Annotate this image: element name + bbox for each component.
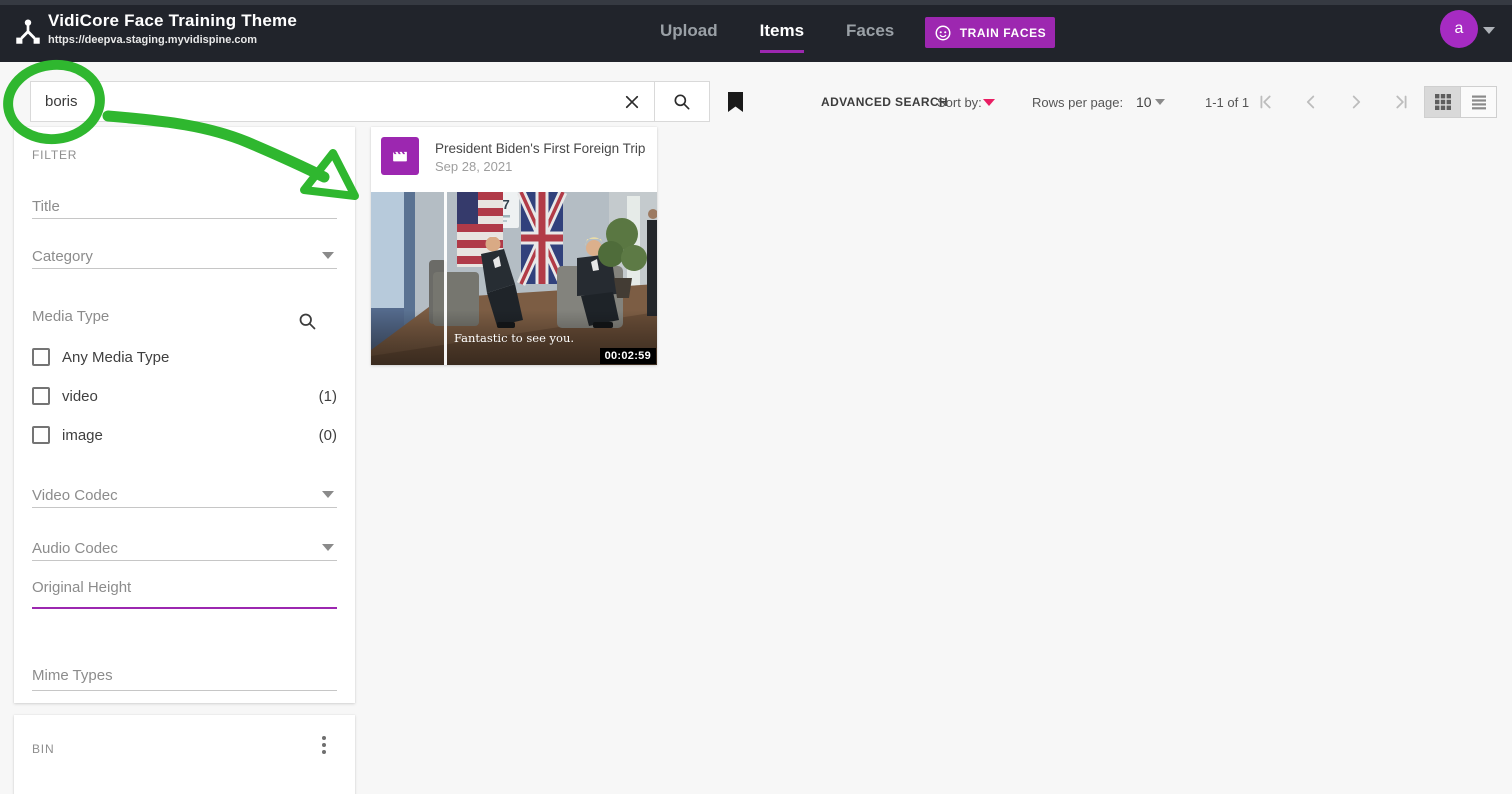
video-thumbnail-image: G7 [371,192,657,365]
app-header: VidiCore Face Training Theme https://dee… [0,0,1512,62]
video-thumbnail[interactable]: G7 [371,192,657,365]
item-title: President Biden's First Foreign Trip [435,141,646,156]
last-page-button[interactable] [1387,88,1415,116]
filter-section-title: FILTER [32,148,78,162]
list-view-icon [1471,95,1486,110]
nav-tab-faces[interactable]: Faces [846,0,894,62]
rows-per-page-select[interactable]: 10 [1136,94,1152,110]
item-date: Sep 28, 2021 [435,159,513,174]
bin-section-title: BIN [32,742,55,756]
list-view-button[interactable] [1460,87,1496,117]
rows-per-page-caret-icon[interactable] [1155,99,1165,105]
movie-icon [393,151,407,162]
close-icon [625,95,639,108]
bin-panel: BIN [14,715,355,794]
mime-types-field-label: Mime Types [32,667,113,684]
checkbox-image[interactable]: image (0) [32,425,337,445]
chevron-right-icon [1352,95,1361,109]
search-button[interactable] [654,82,709,121]
filter-panel: FILTER Title Category Media Type Any Med… [14,127,355,703]
search-input[interactable] [31,82,610,121]
media-type-label: Media Type [32,308,110,325]
app-url: https://deepva.staging.myvidispine.com [48,34,258,46]
subtitle-caption: Fantastic to see you. [454,331,574,345]
page: VidiCore Face Training Theme https://dee… [0,0,1512,794]
uk-flag [516,192,568,286]
search-bar [30,81,710,122]
grid-view-icon [1434,94,1451,110]
checkbox-count: (0) [318,426,337,444]
user-avatar[interactable]: a [1440,10,1478,48]
video-codec-select[interactable] [32,507,337,508]
device-hub-logo-icon [16,19,40,44]
standing-figure-right-edge [647,209,657,316]
nav-tab-items[interactable]: Items [759,0,805,62]
bin-menu-kebab-icon[interactable] [313,732,335,758]
view-mode-toggle [1424,86,1497,118]
avatar-letter: a [1454,20,1464,37]
app-title: VidiCore Face Training Theme [48,11,298,30]
scrub-position-line [444,192,447,365]
checkbox-label: image [62,426,103,444]
previous-page-button[interactable] [1297,88,1325,116]
chevron-left-icon [1306,95,1315,109]
nav-tab-upload[interactable]: Upload [660,0,718,62]
category-caret-icon[interactable] [322,252,334,259]
result-card[interactable]: President Biden's First Foreign Trip Sep… [371,127,657,365]
audio-codec-select-label: Audio Codec [32,540,118,557]
grid-view-button[interactable] [1425,87,1460,117]
title-field-input[interactable] [32,218,337,219]
first-page-icon [1260,95,1271,109]
category-select-label: Category [32,248,93,265]
checkbox-any-media-type[interactable]: Any Media Type [32,347,337,367]
bookmark-icon[interactable] [727,91,744,113]
audio-codec-caret-icon[interactable] [322,544,334,551]
last-page-icon [1396,95,1407,109]
next-page-button[interactable] [1342,88,1370,116]
checkbox-icon [32,348,50,366]
category-select[interactable] [32,268,337,269]
audio-codec-select[interactable] [32,560,337,561]
checkbox-icon [32,387,50,405]
title-field-label: Title [32,198,60,215]
first-page-button[interactable] [1252,88,1280,116]
face-icon [935,25,951,40]
item-type-tile [381,137,419,175]
checkbox-label: video [62,387,98,405]
original-height-field-label: Original Height [32,579,132,596]
pagination-range: 1-1 of 1 [1205,95,1250,110]
train-faces-label: TRAIN FACES [959,25,1047,40]
checkbox-label: Any Media Type [62,348,170,366]
original-height-input[interactable] [32,607,337,609]
advanced-search-link[interactable]: ADVANCED SEARCH [821,95,948,109]
search-icon [674,94,690,109]
media-type-search-icon[interactable] [297,311,318,332]
clear-search-button[interactable] [610,82,654,121]
sort-by-label[interactable]: Sort by: [937,95,982,110]
brand: VidiCore Face Training Theme https://dee… [48,11,297,46]
main-nav: Upload Items Faces [660,0,894,62]
checkbox-video[interactable]: video (1) [32,386,337,406]
checkbox-count: (1) [318,387,337,405]
mime-types-input[interactable] [32,690,337,691]
video-codec-select-label: Video Codec [32,487,118,504]
train-faces-button[interactable]: TRAIN FACES [925,17,1055,48]
checkbox-icon [32,426,50,444]
video-codec-caret-icon[interactable] [322,491,334,498]
rows-per-page-label: Rows per page: [1032,95,1124,110]
sort-by-caret-icon[interactable] [983,99,995,106]
duration-badge: 00:02:59 [599,348,656,364]
avatar-menu-caret-icon[interactable] [1483,27,1495,34]
